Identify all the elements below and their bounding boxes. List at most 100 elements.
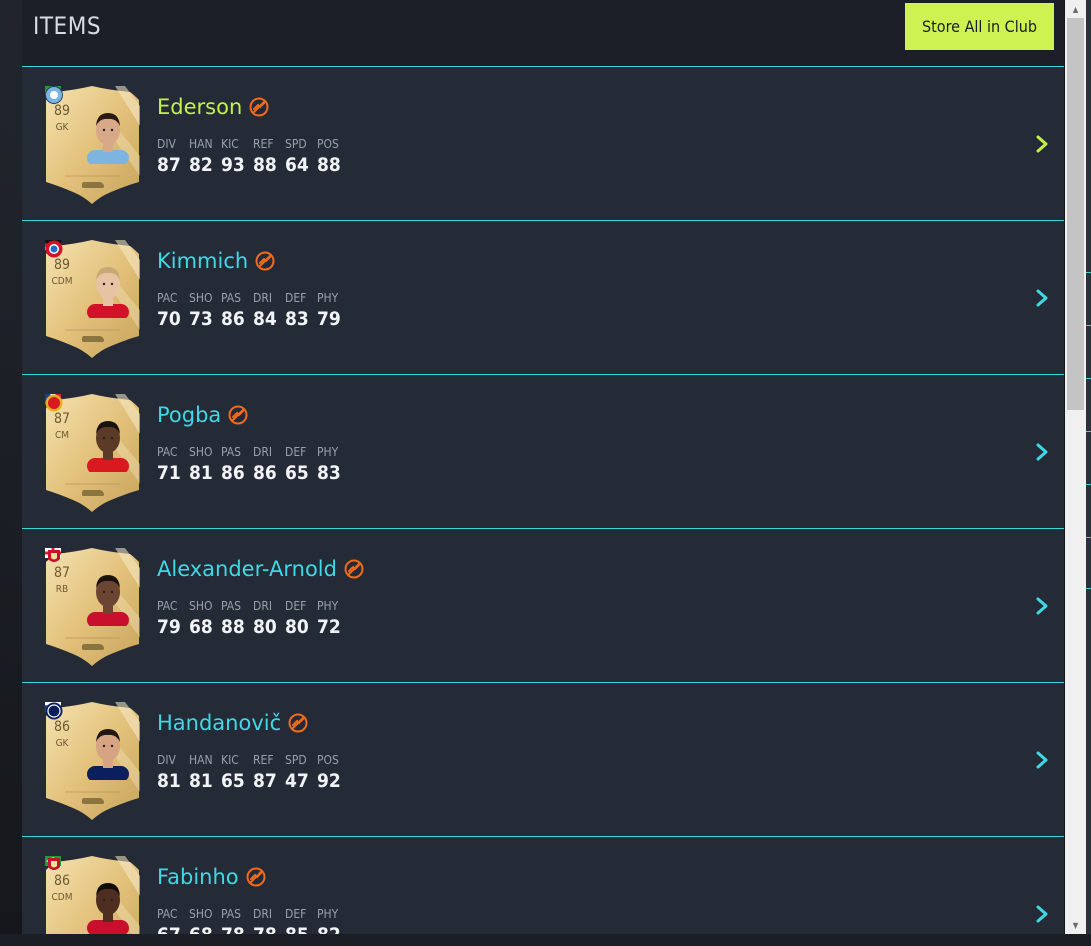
stat-label: PHY bbox=[317, 445, 339, 459]
stat-label: PAC bbox=[157, 599, 178, 613]
stat-label: PAC bbox=[157, 907, 178, 921]
app-window: ITEMS Store All in Club 89 GK Ederson DIV HA… bbox=[0, 0, 1091, 946]
untradeable-icon bbox=[288, 713, 308, 733]
card-rating: 87 bbox=[53, 565, 71, 581]
stat-value: 88 bbox=[253, 154, 277, 176]
chevron-right-icon[interactable] bbox=[1034, 596, 1050, 616]
card-position: RB bbox=[55, 584, 69, 595]
stat-value: 87 bbox=[157, 154, 181, 176]
stat-value: 86 bbox=[221, 462, 245, 484]
player-row[interactable]: 89 GK Ederson DIV HAN KIC REF SPD POS 87 82 93 88 64 8… bbox=[22, 67, 1064, 221]
stat-values: 70 73 86 84 83 79 bbox=[157, 308, 349, 330]
untradeable-icon bbox=[344, 559, 364, 579]
scrollbar[interactable]: ▲ ▼ bbox=[1065, 0, 1086, 934]
stat-value: 65 bbox=[221, 770, 245, 792]
stat-values: 71 81 86 86 65 83 bbox=[157, 462, 349, 484]
stat-value: 81 bbox=[189, 770, 213, 792]
untradeable-icon bbox=[255, 251, 275, 271]
card-rating: 86 bbox=[53, 873, 71, 889]
stat-label: DEF bbox=[285, 291, 307, 305]
player-row[interactable]: 86 GK Handanovič DIV HAN KIC REF SPD POS 81 81 65 87… bbox=[22, 683, 1064, 837]
player-row[interactable]: 89 CDM Kimmich PAC SHO PAS DRI DEF PHY 70 73 86 84 83… bbox=[22, 221, 1064, 375]
chevron-right-icon[interactable] bbox=[1034, 288, 1050, 308]
stat-label: HAN bbox=[189, 753, 213, 767]
stat-label: PHY bbox=[317, 599, 339, 613]
stat-value: 85 bbox=[285, 924, 317, 934]
stat-label: PHY bbox=[317, 291, 339, 305]
stat-value: 79 bbox=[157, 616, 181, 638]
stat-label: SHO bbox=[189, 445, 213, 459]
edge-divider bbox=[1086, 325, 1091, 326]
edge-divider bbox=[1086, 272, 1091, 273]
scroll-thumb[interactable] bbox=[1067, 18, 1084, 410]
stat-values: 81 81 65 87 47 92 bbox=[157, 770, 349, 792]
stat-label: REF bbox=[253, 137, 274, 151]
stat-label: DEF bbox=[285, 907, 307, 921]
edge-divider bbox=[1086, 431, 1091, 432]
scroll-down-icon[interactable]: ▼ bbox=[1065, 916, 1086, 934]
edge-divider bbox=[1086, 588, 1091, 589]
player-name-text: Kimmich bbox=[157, 249, 249, 273]
stat-value: 79 bbox=[317, 308, 341, 330]
scroll-up-icon[interactable]: ▲ bbox=[1065, 0, 1086, 18]
stat-label: DEF bbox=[285, 599, 307, 613]
stat-labels: PAC SHO PAS DRI DEF PHY bbox=[157, 291, 349, 305]
stat-value: 47 bbox=[285, 770, 309, 792]
player-face-image bbox=[83, 724, 133, 780]
player-name-text: Fabinho bbox=[157, 865, 239, 889]
chevron-right-icon[interactable] bbox=[1034, 134, 1050, 154]
player-row[interactable]: 87 RB Alexander-Arnold PAC SHO PAS DRI DEF PHY 79… bbox=[22, 529, 1064, 683]
edge-divider bbox=[1086, 537, 1091, 538]
stat-label: POS bbox=[317, 137, 339, 151]
background-panel-edge bbox=[1086, 0, 1091, 946]
player-face-image bbox=[83, 570, 133, 626]
stat-label: PAC bbox=[157, 291, 178, 305]
stat-value: 67 bbox=[157, 924, 189, 934]
chevron-right-icon[interactable] bbox=[1034, 904, 1050, 924]
player-card[interactable]: 87 CM bbox=[45, 394, 140, 512]
stat-label: SHO bbox=[189, 907, 213, 921]
player-row[interactable]: 87 CM Pogba PAC SHO PAS DRI DEF PHY 71 81 86 86 65 83 bbox=[22, 375, 1064, 529]
player-name-text: Ederson bbox=[157, 95, 243, 119]
boot-icon bbox=[82, 182, 104, 188]
card-rating: 86 bbox=[53, 719, 71, 735]
player-name-text: Pogba bbox=[157, 403, 222, 427]
player-row[interactable]: 86CDMFabinhoPACSHOPASDRIDEFPHY6768787885… bbox=[22, 837, 1064, 934]
stat-label: DIV bbox=[157, 137, 176, 151]
player-card[interactable]: 86 GK bbox=[45, 702, 140, 820]
stat-value: 88 bbox=[317, 154, 341, 176]
stat-value: 86 bbox=[253, 462, 277, 484]
untradeable-icon bbox=[246, 867, 266, 887]
club-badge-icon bbox=[48, 550, 60, 562]
chevron-right-icon[interactable] bbox=[1034, 442, 1050, 462]
club-badge-icon bbox=[45, 86, 63, 104]
stat-value: 65 bbox=[285, 462, 309, 484]
stat-value: 72 bbox=[317, 616, 341, 638]
store-all-in-club-button[interactable]: Store All in Club bbox=[905, 3, 1054, 50]
stat-labels: PAC SHO PAS DRI DEF PHY bbox=[157, 445, 349, 459]
club-badge-icon bbox=[45, 702, 63, 720]
player-face-image bbox=[83, 416, 133, 472]
card-position: CDM bbox=[51, 892, 73, 903]
stat-label: POS bbox=[317, 753, 339, 767]
stat-labels: PAC SHO PAS DRI DEF PHY bbox=[157, 907, 349, 921]
untradeable-icon bbox=[249, 97, 269, 117]
player-card[interactable]: 87 RB bbox=[45, 548, 140, 666]
stat-label: PHY bbox=[317, 907, 339, 921]
club-badge-icon bbox=[48, 858, 60, 870]
player-face-image bbox=[83, 262, 133, 318]
edge-divider bbox=[1086, 484, 1091, 485]
stat-value: 83 bbox=[317, 462, 341, 484]
stat-value: 84 bbox=[253, 308, 277, 330]
chevron-right-icon[interactable] bbox=[1034, 750, 1050, 770]
stat-label: KIC bbox=[221, 137, 239, 151]
player-card[interactable]: 89 CDM bbox=[45, 240, 140, 358]
stat-value: 70 bbox=[157, 308, 181, 330]
stat-values: 676878788582 bbox=[157, 924, 349, 934]
stat-value: 87 bbox=[253, 770, 277, 792]
player-card[interactable]: 89 GK bbox=[45, 86, 140, 204]
stat-value: 73 bbox=[189, 308, 213, 330]
club-badge-icon bbox=[45, 240, 63, 258]
card-rating: 89 bbox=[53, 103, 71, 119]
player-card[interactable]: 86 CDM bbox=[45, 856, 140, 934]
